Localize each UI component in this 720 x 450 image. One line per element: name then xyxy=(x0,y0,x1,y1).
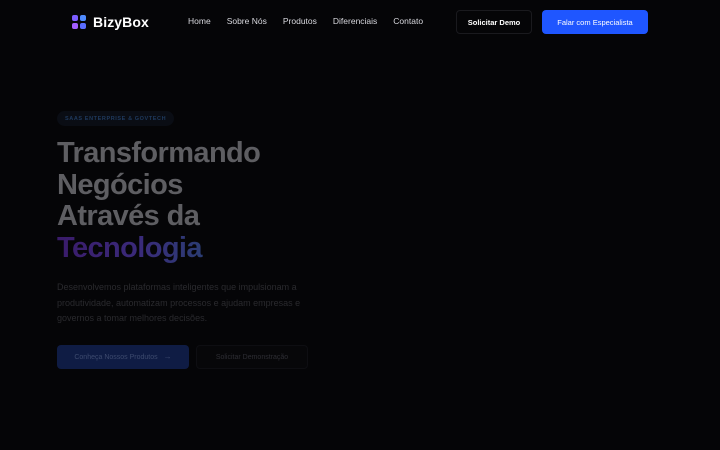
nav-home[interactable]: Home xyxy=(188,16,211,26)
request-demo-button[interactable]: Solicitar Demo xyxy=(456,10,532,34)
hero-title: Transformando Negócios Através da Tecnol… xyxy=(57,137,261,265)
hero-description: Desenvolvemos plataformas inteligentes q… xyxy=(57,282,301,323)
logo-text: BizyBox xyxy=(93,14,149,30)
hero-title-line: Negócios xyxy=(57,168,183,201)
hero-badge: SAAS ENTERPRISE & GOVTECH xyxy=(57,111,175,126)
hero-title-accent: Tecnologia xyxy=(57,232,260,265)
hero-title-line: Através da xyxy=(57,200,200,232)
arrow-right-icon: → xyxy=(163,352,172,361)
site-header: BizyBox Home Sobre Nós Produtos Diferenc… xyxy=(0,0,720,45)
nav-diferenciais[interactable]: Diferenciais xyxy=(333,16,377,26)
request-demonstration-button[interactable]: Solicitar Demonstração xyxy=(196,345,308,369)
logo[interactable]: BizyBox xyxy=(72,14,149,30)
explore-products-label: Conheça Nossos Produtos xyxy=(74,353,158,361)
landing-page: BizyBox Home Sobre Nós Produtos Diferenc… xyxy=(0,0,720,450)
explore-products-button[interactable]: Conheça Nossos Produtos → xyxy=(57,345,189,369)
logo-grid-icon xyxy=(72,14,87,30)
nav-produtos[interactable]: Produtos xyxy=(283,16,317,26)
nav-sobre-nos[interactable]: Sobre Nós xyxy=(227,16,267,26)
talk-to-specialist-button[interactable]: Falar com Especialista xyxy=(542,10,648,34)
hero-title-line: Transformando xyxy=(57,137,261,169)
nav-contato[interactable]: Contato xyxy=(393,16,423,26)
main-nav: Home Sobre Nós Produtos Diferenciais Con… xyxy=(188,16,423,26)
